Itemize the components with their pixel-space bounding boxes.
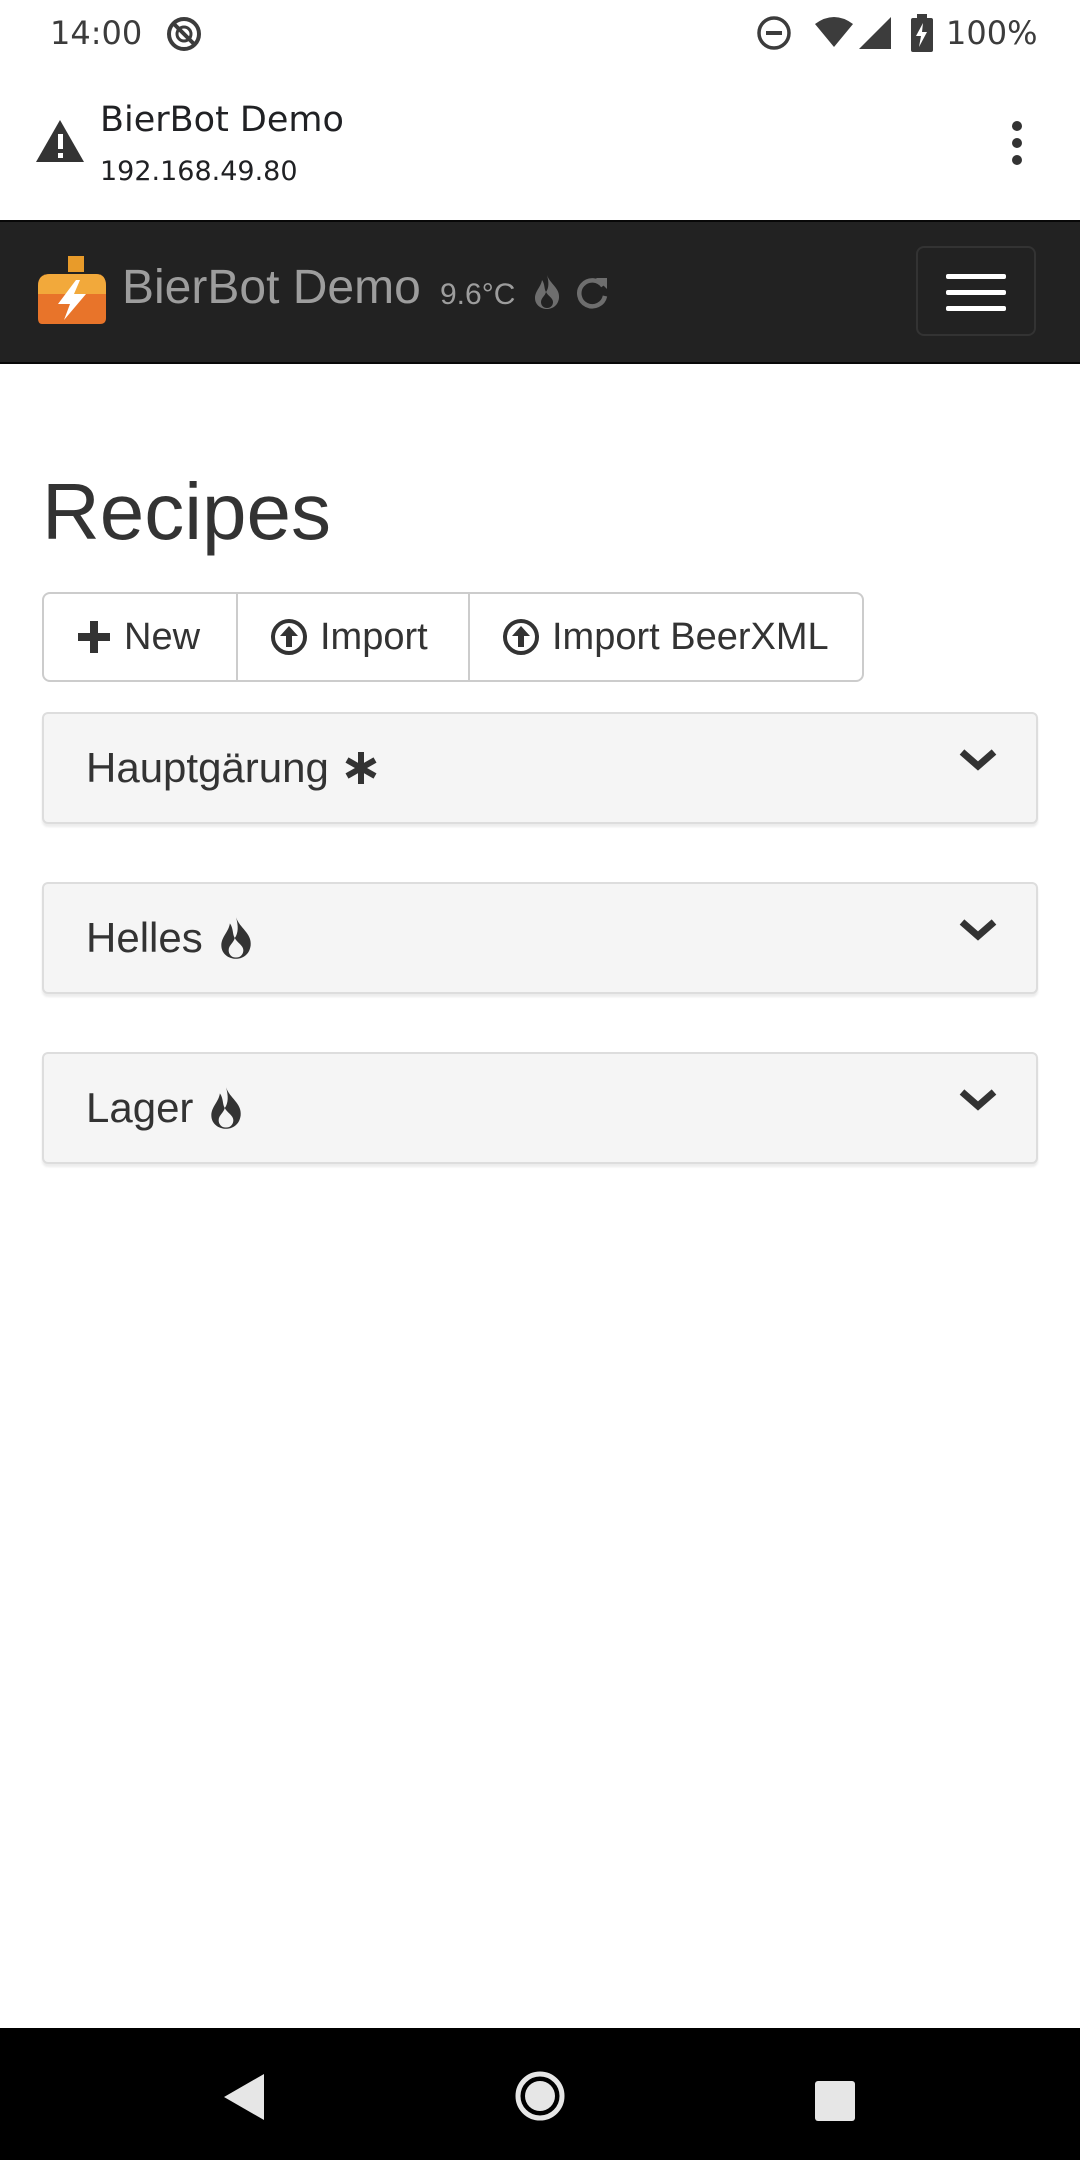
browser-page-title[interactable]: BierBot Demo <box>100 100 344 140</box>
recipe-panel-helles[interactable]: Helles <box>42 882 1038 994</box>
brewery-logo-icon[interactable] <box>34 256 108 329</box>
recipe-panel-lager[interactable]: Lager <box>42 1052 1038 1164</box>
circle-arrow-up-icon <box>271 619 307 655</box>
flame-icon <box>532 274 562 315</box>
import-beerxml-button[interactable]: Import BeerXML <box>468 592 864 682</box>
home-icon[interactable] <box>514 2070 566 2127</box>
snowflake-icon <box>345 752 377 784</box>
back-icon[interactable] <box>222 2072 266 2127</box>
page-title: Recipes <box>42 467 332 556</box>
sync-disabled-icon <box>164 14 204 59</box>
system-nav-bar <box>0 2028 1080 2160</box>
wifi-icon <box>814 16 854 53</box>
recents-icon[interactable] <box>814 2080 856 2127</box>
recipe-name: Hauptgärung <box>86 744 329 791</box>
temperature-readout: 9.6°C <box>440 278 516 311</box>
warning-icon[interactable] <box>34 118 86 169</box>
do-not-disturb-icon <box>756 15 792 56</box>
chevron-down-icon[interactable] <box>958 1084 998 1119</box>
recipe-panel-hauptgaerung[interactable]: Hauptgärung <box>42 712 1038 824</box>
recipe-actions: New Import Import BeerXML <box>42 592 864 682</box>
import-button[interactable]: Import <box>236 592 470 682</box>
circle-arrow-up-icon <box>503 619 539 655</box>
chevron-down-icon[interactable] <box>958 914 998 949</box>
battery-charging-icon <box>910 14 934 57</box>
brand-name[interactable]: BierBot Demo <box>122 260 421 315</box>
status-time: 14:00 <box>50 14 143 52</box>
refresh-icon[interactable] <box>574 274 610 315</box>
more-vert-icon[interactable] <box>1000 116 1034 176</box>
browser-url[interactable]: 192.168.49.80 <box>100 156 298 187</box>
app-navbar: BierBot Demo 9.6°C <box>0 220 1080 364</box>
chevron-down-icon[interactable] <box>958 744 998 779</box>
new-button-label: New <box>124 615 201 658</box>
recipe-name: Helles <box>86 914 203 961</box>
signal-icon <box>858 16 892 55</box>
import-button-label: Import <box>320 615 428 658</box>
import-beerxml-button-label: Import BeerXML <box>552 615 829 658</box>
new-recipe-button[interactable]: New <box>42 592 238 682</box>
recipe-name: Lager <box>86 1084 194 1131</box>
flame-icon <box>211 1087 242 1129</box>
battery-percent: 100% <box>946 14 1038 52</box>
flame-icon <box>221 917 251 959</box>
browser-header: BierBot Demo 192.168.49.80 <box>0 66 1080 220</box>
hamburger-icon[interactable] <box>916 246 1036 336</box>
status-bar: 14:00 100% <box>0 0 1080 66</box>
plus-icon <box>78 621 110 653</box>
